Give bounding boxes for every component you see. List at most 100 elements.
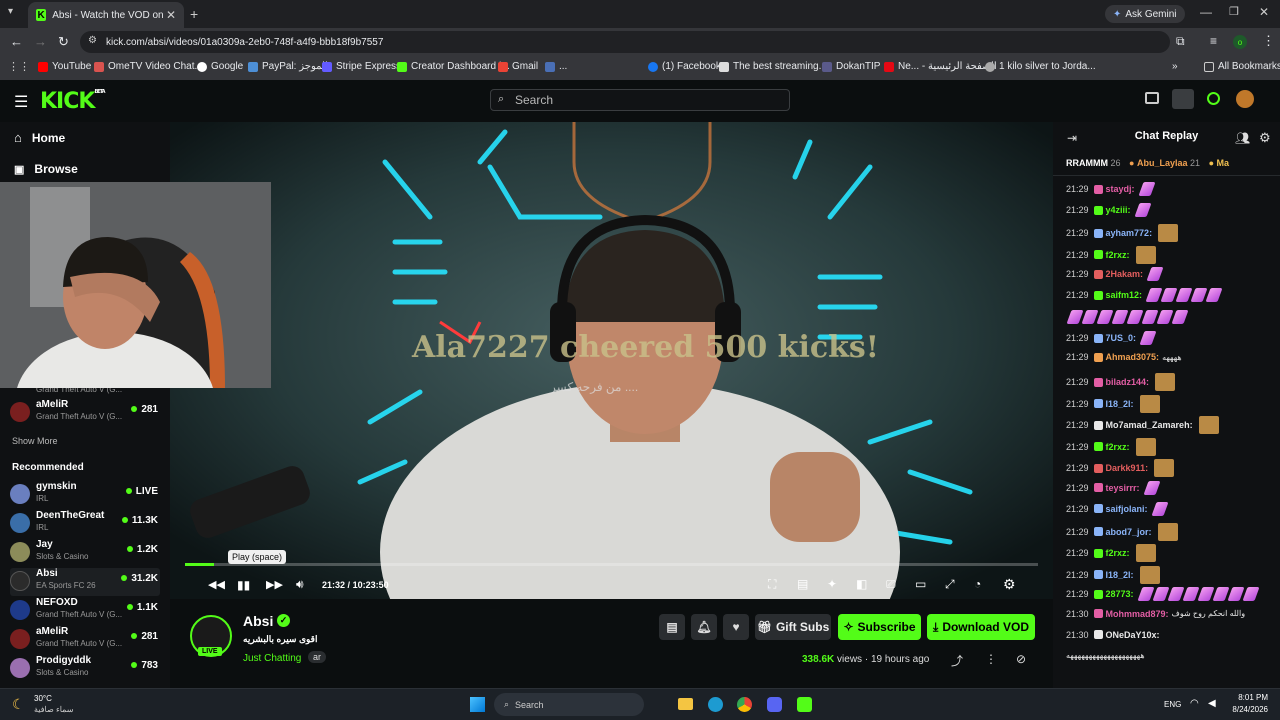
gift-subs-button[interactable]: 🎁︎ Gift Subs bbox=[755, 614, 831, 640]
site-info-icon[interactable]: ⚙ bbox=[88, 35, 97, 46]
tab-search-icon[interactable]: ▾ bbox=[8, 6, 13, 17]
notification-button[interactable]: 🔔︎ bbox=[691, 614, 717, 640]
sidebar-item-absi[interactable]: Absi EA Sports FC 26 31.2K bbox=[10, 568, 160, 596]
ask-gemini-button[interactable]: ✦ Ask Gemini bbox=[1105, 5, 1185, 23]
volume-icon[interactable]: 🔊︎ bbox=[296, 577, 304, 592]
kick-logo[interactable]: KICKBETA bbox=[40, 89, 106, 114]
sidebar-item-deenthegreat[interactable]: DeenTheGreat IRL 11.3K bbox=[10, 510, 160, 538]
chat-username[interactable]: f2rxz: bbox=[1106, 250, 1130, 260]
weather-icon[interactable]: ☾ bbox=[12, 696, 25, 713]
chat-username[interactable]: biladz144: bbox=[1106, 377, 1150, 387]
sidebar-item-gymskin[interactable]: gymskin IRL LIVE bbox=[10, 481, 160, 509]
windows-start-icon[interactable] bbox=[470, 697, 485, 712]
bookmark-google[interactable]: Google bbox=[197, 61, 243, 72]
chat-username[interactable]: f2rxz: bbox=[1106, 548, 1130, 558]
dashboard-icon[interactable] bbox=[1172, 89, 1194, 109]
reload-icon[interactable]: ↻ bbox=[58, 34, 69, 50]
download-vod-button[interactable]: ⤓ Download VOD bbox=[927, 614, 1035, 640]
chat-username[interactable]: I18_2l: bbox=[1106, 399, 1134, 409]
chat-username[interactable]: saifm12: bbox=[1106, 290, 1143, 300]
bookmark-gmail[interactable]: Gmail bbox=[498, 61, 538, 72]
chat-username[interactable]: 28773: bbox=[1106, 589, 1134, 599]
browser-tab[interactable]: K Absi - Watch the VOD on Kick ✕ bbox=[28, 2, 184, 28]
restore-icon[interactable]: ❐ bbox=[1229, 5, 1239, 18]
tab-close-icon[interactable]: ✕ bbox=[166, 8, 176, 22]
show-more-link[interactable]: Show More bbox=[12, 436, 58, 446]
sidebar-item-amelir-recommended[interactable]: aMeliR Grand Theft Auto V (G... 281 bbox=[10, 626, 160, 654]
bookmark-ometv[interactable]: OmeTV Video Chat... bbox=[94, 61, 203, 72]
chat-username[interactable]: Darkk911: bbox=[1106, 463, 1149, 473]
forward-icon[interactable]: ▶▶ bbox=[266, 578, 283, 591]
follow-button[interactable]: ♥ bbox=[723, 614, 749, 640]
user-avatar[interactable] bbox=[1236, 90, 1254, 108]
chat-username[interactable]: teysirrr: bbox=[1106, 483, 1140, 493]
stream-mode-icon[interactable] bbox=[1145, 92, 1159, 104]
sidebar-item-prodigyddk[interactable]: Prodigyddk Slots & Casino 783 bbox=[10, 655, 160, 683]
hide-icon[interactable]: ⊘ bbox=[1016, 652, 1026, 666]
all-bookmarks[interactable]: All Bookmarks bbox=[1204, 61, 1280, 72]
bookmark-stripe[interactable]: Stripe Express bbox=[322, 61, 401, 72]
chat-username[interactable]: saifjolani: bbox=[1106, 504, 1148, 514]
sidebar-item-nefoxd[interactable]: NEFOXD Grand Theft Auto V (G... 1.1K bbox=[10, 597, 160, 625]
rewind-icon[interactable]: ◀◀ bbox=[208, 578, 225, 591]
cast-icon[interactable]: ⎚ bbox=[886, 577, 896, 592]
search-input[interactable]: ⌕ Search bbox=[490, 89, 790, 111]
settings-icon[interactable]: ⚙ bbox=[1003, 576, 1016, 593]
sidebar-item-jay[interactable]: Jay Slots & Casino 1.2K bbox=[10, 539, 160, 567]
chat-username[interactable]: I18_2l: bbox=[1106, 570, 1134, 580]
sidebar-item-amelir[interactable]: aMeliR Grand Theft Auto V (G... 281 bbox=[10, 399, 160, 427]
chat-username[interactable]: Mo7amad_Zamareh: bbox=[1106, 420, 1193, 430]
tray-wifi-icon[interactable]: ◠ bbox=[1190, 698, 1199, 709]
apps-icon[interactable]: ⋮⋮ bbox=[8, 60, 30, 73]
kick-coin-icon[interactable] bbox=[1207, 92, 1220, 105]
bookmark-other[interactable]: ... bbox=[545, 61, 567, 72]
chat-username[interactable]: f2rxz: bbox=[1106, 442, 1130, 452]
speed-icon[interactable]: ◔ bbox=[974, 577, 981, 591]
more-options-icon[interactable]: ⋮ bbox=[985, 652, 997, 666]
bookmarks-overflow-icon[interactable]: » bbox=[1172, 61, 1178, 72]
sidebar-home[interactable]: ⌂ Home bbox=[14, 130, 65, 145]
chat-username[interactable]: 2Hakam: bbox=[1106, 269, 1144, 279]
share-icon[interactable]: ⤴ bbox=[951, 652, 963, 669]
new-tab-icon[interactable]: + bbox=[190, 6, 198, 22]
file-explorer-icon[interactable] bbox=[678, 698, 693, 710]
bookmark-paypal[interactable]: PayPal: الموجز bbox=[248, 61, 328, 72]
tray-lang[interactable]: ENG bbox=[1164, 700, 1181, 709]
forward-icon[interactable]: → bbox=[34, 34, 47, 49]
subscribe-button[interactable]: ✧ Subscribe bbox=[838, 614, 921, 640]
bookmark-netflix[interactable]: Ne... - الصفحة الرئيسية bbox=[884, 61, 997, 72]
chat-username[interactable]: ayham772: bbox=[1106, 228, 1153, 238]
bookmark-streaming[interactable]: The best streaming... bbox=[719, 61, 827, 72]
taskbar-search[interactable]: ⌕ Search bbox=[494, 693, 644, 716]
back-icon[interactable]: ← bbox=[10, 34, 23, 49]
video-player[interactable]: Ala7227 cheered 500 kicks! من فرحه كسر .… bbox=[170, 122, 1053, 599]
chat-username[interactable]: staydj: bbox=[1106, 184, 1135, 194]
chat-settings-icon[interactable]: ⚙ bbox=[1259, 130, 1271, 146]
clip-icon[interactable]: ⛶ bbox=[768, 577, 776, 592]
bookmark-dokantip[interactable]: DokanTIP bbox=[822, 61, 880, 72]
video-progress-track[interactable] bbox=[185, 563, 1038, 566]
discord-icon[interactable] bbox=[767, 697, 782, 712]
chat-username[interactable]: 7US_0: bbox=[1106, 333, 1137, 343]
minimize-icon[interactable]: — bbox=[1200, 5, 1212, 19]
window-close-icon[interactable]: ✕ bbox=[1259, 5, 1269, 19]
bookmark-youtube[interactable]: YouTube bbox=[38, 61, 91, 72]
miniplayer-icon[interactable]: ▭ bbox=[915, 577, 926, 591]
edge-icon[interactable] bbox=[708, 697, 723, 712]
chat-username[interactable]: y4ziii: bbox=[1106, 205, 1131, 215]
chat-username[interactable]: ONeDaY10x: bbox=[1106, 630, 1160, 640]
sparkle-icon[interactable]: ✦ bbox=[827, 577, 837, 591]
sidebar-browse[interactable]: ▣ Browse bbox=[14, 162, 78, 176]
kick-app-icon[interactable] bbox=[797, 697, 812, 712]
play-button[interactable]: ▮▮ bbox=[237, 578, 250, 592]
chrome-icon[interactable] bbox=[737, 697, 752, 712]
theater-icon[interactable]: ▤ bbox=[797, 577, 808, 591]
channel-name[interactable]: Absi bbox=[243, 613, 273, 629]
tray-volume-icon[interactable]: ◀ bbox=[1208, 698, 1216, 709]
pip-icon[interactable]: ◧ bbox=[856, 577, 867, 591]
bookmark-silver[interactable]: 1 kilo silver to Jorda... bbox=[985, 61, 1096, 72]
chat-users-icon[interactable]: 👥︎ bbox=[1235, 131, 1250, 145]
bookmark-facebook[interactable]: (1) Facebook bbox=[648, 61, 721, 72]
category-link[interactable]: Just Chatting bbox=[243, 653, 301, 664]
language-tag[interactable]: ar bbox=[308, 651, 327, 663]
